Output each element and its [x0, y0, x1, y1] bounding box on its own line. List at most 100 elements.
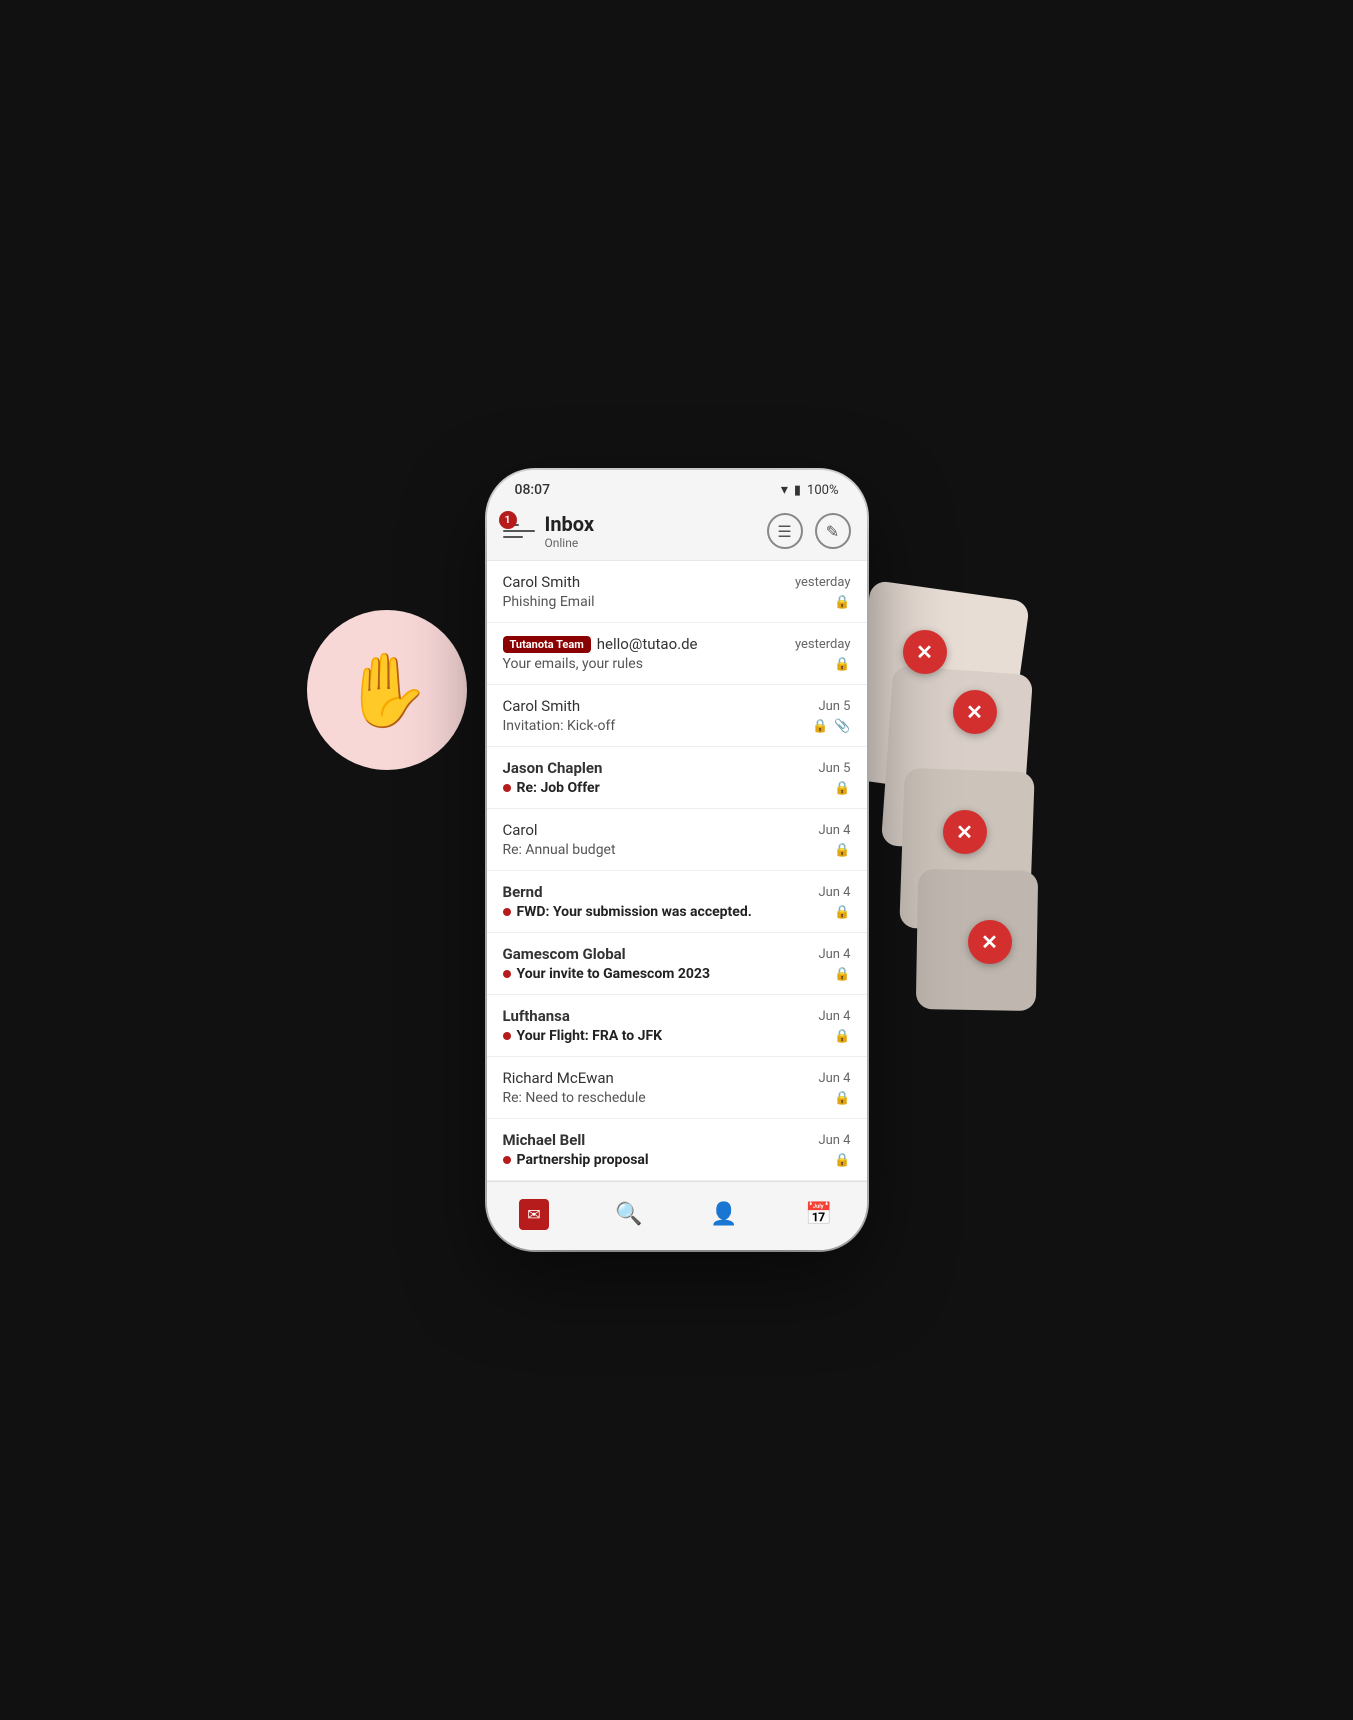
lock-icon: 🔒: [834, 967, 850, 982]
email-bottom-row-4: Re: Job Offer 🔒: [503, 780, 851, 796]
delete-button-2[interactable]: ✕: [953, 690, 997, 734]
nav-calendar[interactable]: 📅: [789, 1194, 849, 1234]
email-icons-2: 🔒: [834, 657, 850, 672]
email-bottom-row-1: Phishing Email🔒: [503, 594, 851, 610]
compose-icon: ✎: [826, 522, 839, 541]
email-sender-3: Carol Smith: [503, 697, 581, 715]
email-icons-9: 🔒: [834, 1091, 850, 1106]
email-item-8[interactable]: LufthansaJun 4 Your Flight: FRA to JFK 🔒: [487, 995, 867, 1057]
email-list: Carol SmithyesterdayPhishing Email🔒Tutan…: [487, 561, 867, 1181]
email-subject-2: Your emails, your rules: [503, 656, 643, 672]
status-time: 08:07: [515, 482, 551, 498]
email-date-6: Jun 4: [818, 885, 850, 900]
status-icons: ▾ ▮ 100%: [781, 482, 839, 498]
email-item-9[interactable]: Richard McEwanJun 4 Re: Need to reschedul…: [487, 1057, 867, 1119]
lock-icon: 🔒: [834, 781, 850, 796]
lock-icon: 🔒: [834, 1153, 850, 1168]
email-item-7[interactable]: Gamescom Global Jun 4 Your invite to Games…: [487, 933, 867, 995]
email-bottom-row-8: Your Flight: FRA to JFK 🔒: [503, 1028, 851, 1044]
search-icon: 🔍: [615, 1202, 642, 1227]
calendar-icon: 📅: [805, 1202, 832, 1227]
email-sender-4: Jason Chaplen: [503, 759, 603, 777]
mail-icon: ✉: [519, 1199, 548, 1230]
header-title-area: Inbox Online: [535, 512, 767, 550]
unread-badge: 1: [499, 511, 517, 529]
filter-icon: ☰: [777, 522, 791, 541]
nav-contacts[interactable]: 👤: [694, 1194, 754, 1234]
lock-icon: 🔒: [812, 719, 828, 734]
email-sender-6: Bernd: [503, 883, 543, 901]
email-subject-10: Partnership proposal: [503, 1152, 649, 1168]
email-top-row-2: Tutanota Teamhello@tutao.deyesterday: [503, 635, 851, 653]
filter-button[interactable]: ☰: [767, 513, 803, 549]
email-top-row-6: Bernd Jun 4: [503, 883, 851, 901]
menu-button[interactable]: 1: [503, 515, 535, 547]
nav-search[interactable]: 🔍: [599, 1194, 659, 1234]
menu-line-3: [503, 536, 523, 538]
bottom-nav: ✉ 🔍 👤 📅: [487, 1181, 867, 1250]
scene: ✋ ✕ ✕ ✕ ✕ 08:07 ▾ ▮ 100% 1: [337, 430, 1017, 1290]
email-top-row-4: Jason ChaplenJun 5: [503, 759, 851, 777]
person-icon: 👤: [710, 1202, 737, 1227]
unread-dot: [503, 1032, 511, 1040]
email-icons-5: 🔒: [834, 843, 850, 858]
email-top-row-8: LufthansaJun 4: [503, 1007, 851, 1025]
hand-icon: ✋: [342, 648, 432, 733]
lock-icon: 🔒: [834, 1029, 850, 1044]
email-item-10[interactable]: Michael Bell Jun 4 Partnership proposal 🔒: [487, 1119, 867, 1181]
email-date-5: Jun 4: [818, 823, 850, 838]
delete-button-1[interactable]: ✕: [903, 630, 947, 674]
lock-icon: 🔒: [834, 1091, 850, 1106]
email-subject-8: Your Flight: FRA to JFK: [503, 1028, 663, 1044]
email-sender-10: Michael Bell: [503, 1131, 586, 1149]
email-top-row-3: Carol Smith Jun 5: [503, 697, 851, 715]
email-icons-7: 🔒: [834, 967, 850, 982]
email-top-row-1: Carol Smithyesterday: [503, 573, 851, 591]
email-top-row-9: Richard McEwanJun 4: [503, 1069, 851, 1087]
delete-button-4[interactable]: ✕: [968, 920, 1012, 964]
unread-dot: [503, 1156, 511, 1164]
email-subject-9: Re: Need to reschedule: [503, 1090, 646, 1106]
email-date-2: yesterday: [795, 637, 851, 652]
unread-dot: [503, 908, 511, 916]
phone: 08:07 ▾ ▮ 100% 1 Inbox Online: [487, 470, 867, 1250]
email-date-10: Jun 4: [818, 1133, 850, 1148]
email-date-3: Jun 5: [818, 699, 850, 714]
email-item-6[interactable]: BerndJun 4FWD: Your submission was accep…: [487, 871, 867, 933]
email-top-row-5: Carol Jun 4: [503, 821, 851, 839]
email-item-2[interactable]: Tutanota Teamhello@tutao.deyesterday Your…: [487, 623, 867, 685]
delete-button-3[interactable]: ✕: [943, 810, 987, 854]
email-sender-8: Lufthansa: [503, 1007, 570, 1025]
email-sender-5: Carol: [503, 821, 538, 839]
email-sender-7: Gamescom Global: [503, 945, 626, 963]
email-icons-6: 🔒: [834, 905, 850, 920]
email-item-4[interactable]: Jason ChaplenJun 5 Re: Job Offer 🔒: [487, 747, 867, 809]
email-sender-1: Carol Smith: [503, 573, 581, 591]
nav-mail[interactable]: ✉: [504, 1194, 564, 1234]
email-date-7: Jun 4: [818, 947, 850, 962]
tutanota-team-badge: Tutanota Team: [503, 636, 591, 653]
email-icons-3: 🔒📎: [812, 719, 850, 734]
app-header: 1 Inbox Online ☰ ✎: [487, 504, 867, 560]
attachment-icon: 📎: [834, 719, 850, 734]
compose-button[interactable]: ✎: [815, 513, 851, 549]
email-item-1[interactable]: Carol Smithyesterday Phishing Email🔒: [487, 561, 867, 623]
lock-icon: 🔒: [834, 905, 850, 920]
lock-icon: 🔒: [834, 595, 850, 610]
email-icons-8: 🔒: [834, 1029, 850, 1044]
email-bottom-row-7: Your invite to Gamescom 2023 🔒: [503, 966, 851, 982]
email-date-9: Jun 4: [818, 1071, 850, 1086]
email-item-3[interactable]: Carol SmithJun 5Invitation: Kick-off🔒📎: [487, 685, 867, 747]
email-bottom-row-3: Invitation: Kick-off🔒📎: [503, 718, 851, 734]
online-status: Online: [545, 536, 767, 550]
email-bottom-row-2: Your emails, your rules 🔒: [503, 656, 851, 672]
status-bar: 08:07 ▾ ▮ 100%: [487, 470, 867, 504]
email-subject-7: Your invite to Gamescom 2023: [503, 966, 710, 982]
email-bottom-row-10: Partnership proposal 🔒: [503, 1152, 851, 1168]
email-icons-10: 🔒: [834, 1153, 850, 1168]
email-subject-4: Re: Job Offer: [503, 780, 600, 796]
email-subject-3: Invitation: Kick-off: [503, 718, 616, 734]
inbox-title: Inbox: [545, 512, 767, 536]
battery-icon: ▮: [794, 483, 801, 498]
email-item-5[interactable]: CarolJun 4Re: Annual budget🔒: [487, 809, 867, 871]
